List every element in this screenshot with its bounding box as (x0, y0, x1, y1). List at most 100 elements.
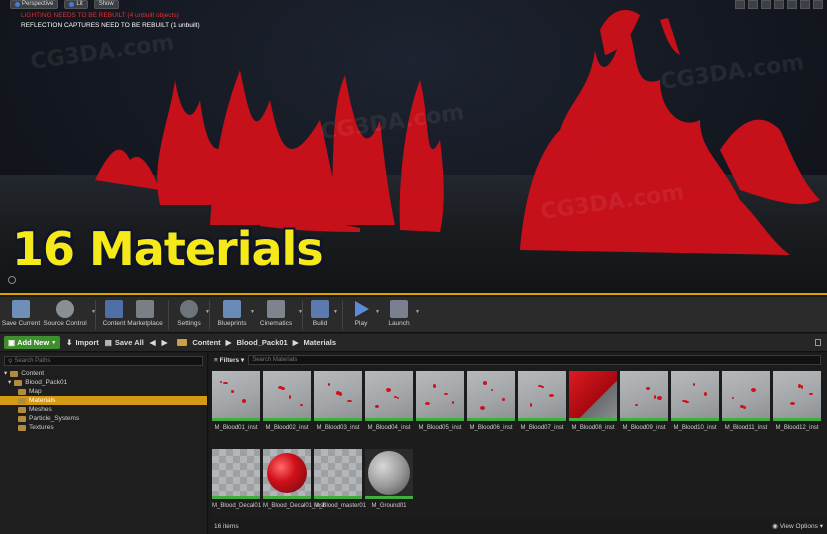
asset-tile[interactable]: M_Blood_master01 (314, 449, 366, 509)
asset-tile[interactable]: M_Blood11_inst (722, 371, 770, 431)
asset-tile[interactable]: M_Blood08_inst (569, 371, 617, 431)
import-icon: ⬇ (66, 338, 73, 347)
chevron-down-icon[interactable]: ▼ (205, 309, 210, 315)
lit-icon (69, 2, 75, 7)
asset-thumbnail (365, 371, 413, 421)
chevron-down-icon[interactable]: ▼ (298, 309, 303, 315)
history-forward-button[interactable]: ▶ (162, 338, 168, 347)
chevron-down-icon[interactable]: ▼ (375, 309, 380, 315)
asset-tile[interactable]: M_Blood04_inst (365, 371, 413, 431)
breadcrumb-blood-pack[interactable]: Blood_Pack01 (236, 338, 287, 347)
lit-button[interactable]: Lit (64, 0, 88, 9)
breadcrumb-materials[interactable]: Materials (304, 338, 337, 347)
status-bar: 16 items ◉ View Options ▾ (210, 518, 827, 534)
blood-speck (339, 392, 342, 396)
blood-speck (444, 393, 448, 395)
show-label: Show (98, 1, 114, 7)
source-control-button[interactable]: Source Control ▼ (40, 297, 96, 333)
tree-item-map[interactable]: Map (0, 387, 207, 396)
asset-tile[interactable]: M_Blood_Decal01_inst (263, 449, 325, 509)
asset-thumbnail (722, 371, 770, 421)
toolbar-divider (168, 300, 169, 330)
asset-tile[interactable]: M_Blood07_inst (518, 371, 566, 431)
cinematics-button[interactable]: Cinematics ▼ (255, 297, 303, 333)
asset-thumbnail (773, 371, 821, 421)
asset-tile[interactable]: M_Blood01_inst (212, 371, 260, 431)
asset-label: M_Blood02_inst (265, 425, 309, 431)
import-button[interactable]: ⬇ Import (66, 338, 99, 347)
save-current-button[interactable]: Save Current (2, 297, 40, 333)
asset-tile[interactable]: M_Blood10_inst (671, 371, 719, 431)
blueprints-icon (223, 300, 241, 318)
launch-button[interactable]: Launch ▼ (384, 297, 420, 333)
asset-label: M_Blood07_inst (520, 425, 564, 431)
perspective-label: Perspective (22, 1, 54, 7)
grid-snap-icon[interactable] (774, 0, 784, 9)
chevron-down-icon[interactable]: ▼ (91, 309, 96, 315)
add-new-button[interactable]: ▣ Add New ▼ (4, 336, 61, 349)
play-button[interactable]: Play ▼ (348, 297, 380, 333)
camera-speed-icon[interactable] (800, 0, 810, 9)
asset-tile[interactable]: M_Blood09_inst (620, 371, 668, 431)
launch-icon (390, 300, 408, 318)
tree-item-blood-pack01[interactable]: ▾ Blood_Pack01 (0, 378, 207, 387)
angle-snap-icon[interactable] (787, 0, 797, 9)
blood-speck (300, 404, 303, 406)
scale-icon[interactable] (761, 0, 771, 9)
perspective-button[interactable]: Perspective (10, 0, 59, 9)
asset-tile[interactable]: M_Blood_Decal01 (212, 449, 261, 509)
tree-item-label: Particle_Systems (29, 415, 80, 422)
translate-icon[interactable] (735, 0, 745, 9)
tree-item-materials[interactable]: Materials (0, 396, 207, 405)
settings-button[interactable]: Settings ▼ (174, 297, 210, 333)
tree-item-meshes[interactable]: Meshes (0, 405, 207, 414)
lock-icon[interactable] (815, 339, 821, 346)
asset-tile[interactable]: M_Blood05_inst (416, 371, 464, 431)
asset-tile[interactable]: M_Ground01 (365, 449, 413, 509)
asset-tile[interactable]: M_Blood12_inst (773, 371, 821, 431)
view-options-button[interactable]: ◉ View Options ▾ (772, 522, 823, 530)
blood-speck (433, 384, 436, 388)
breadcrumb: Content ▶ Blood_Pack01 ▶ Materials (177, 338, 336, 347)
asset-label: M_Blood08_inst (571, 425, 615, 431)
level-viewport[interactable]: CG3DA.com CG3DA.com CG3DA.com CG3DA.com … (0, 0, 827, 295)
blueprints-button[interactable]: Blueprints ▼ (215, 297, 255, 333)
build-button[interactable]: Build ▼ (308, 297, 338, 333)
asset-label: M_Blood06_inst (469, 425, 513, 431)
maximize-icon[interactable] (813, 0, 823, 9)
axis-gizmo-icon (8, 276, 16, 284)
folder-icon (18, 415, 26, 422)
chevron-down-icon[interactable]: ▼ (333, 309, 338, 315)
folder-icon (18, 424, 26, 431)
asset-thumbnail (620, 371, 668, 421)
lit-label: Lit (76, 1, 83, 7)
asset-label: M_Blood01_inst (214, 425, 258, 431)
tree-item-content[interactable]: ▾ Content (0, 369, 207, 378)
show-button[interactable]: Show (93, 0, 119, 9)
breadcrumb-content[interactable]: Content (192, 338, 220, 347)
blood-speck (242, 399, 246, 403)
rotate-icon[interactable] (748, 0, 758, 9)
chevron-down-icon[interactable]: ▼ (415, 309, 420, 315)
content-button[interactable]: Content (101, 297, 127, 333)
asset-thumbnail (467, 371, 515, 421)
tree-item-particle-systems[interactable]: Particle_Systems (0, 414, 207, 423)
asset-tile[interactable]: M_Blood06_inst (467, 371, 515, 431)
chevron-right-icon[interactable]: ▶ (226, 338, 232, 347)
blood-speck (425, 402, 430, 405)
marketplace-button[interactable]: Marketplace (127, 297, 163, 333)
history-back-button[interactable]: ◀ (150, 338, 156, 347)
material-sphere (267, 453, 307, 493)
tree-item-textures[interactable]: Textures (0, 423, 207, 432)
search-paths-input[interactable]: ⚲ Search Paths (4, 356, 203, 366)
chevron-right-icon[interactable]: ▶ (293, 338, 299, 347)
asset-tile[interactable]: M_Blood02_inst (263, 371, 311, 431)
blood-speck (347, 400, 352, 402)
asset-label: M_Blood11_inst (724, 425, 768, 431)
asset-tile[interactable]: M_Blood03_inst (314, 371, 362, 431)
save-all-button[interactable]: ▤ Save All (105, 338, 144, 347)
asset-thumbnail (671, 371, 719, 421)
blood-speck (480, 406, 485, 410)
arrow-right-icon: ▶ (161, 338, 168, 347)
asset-label: M_Blood09_inst (622, 425, 666, 431)
